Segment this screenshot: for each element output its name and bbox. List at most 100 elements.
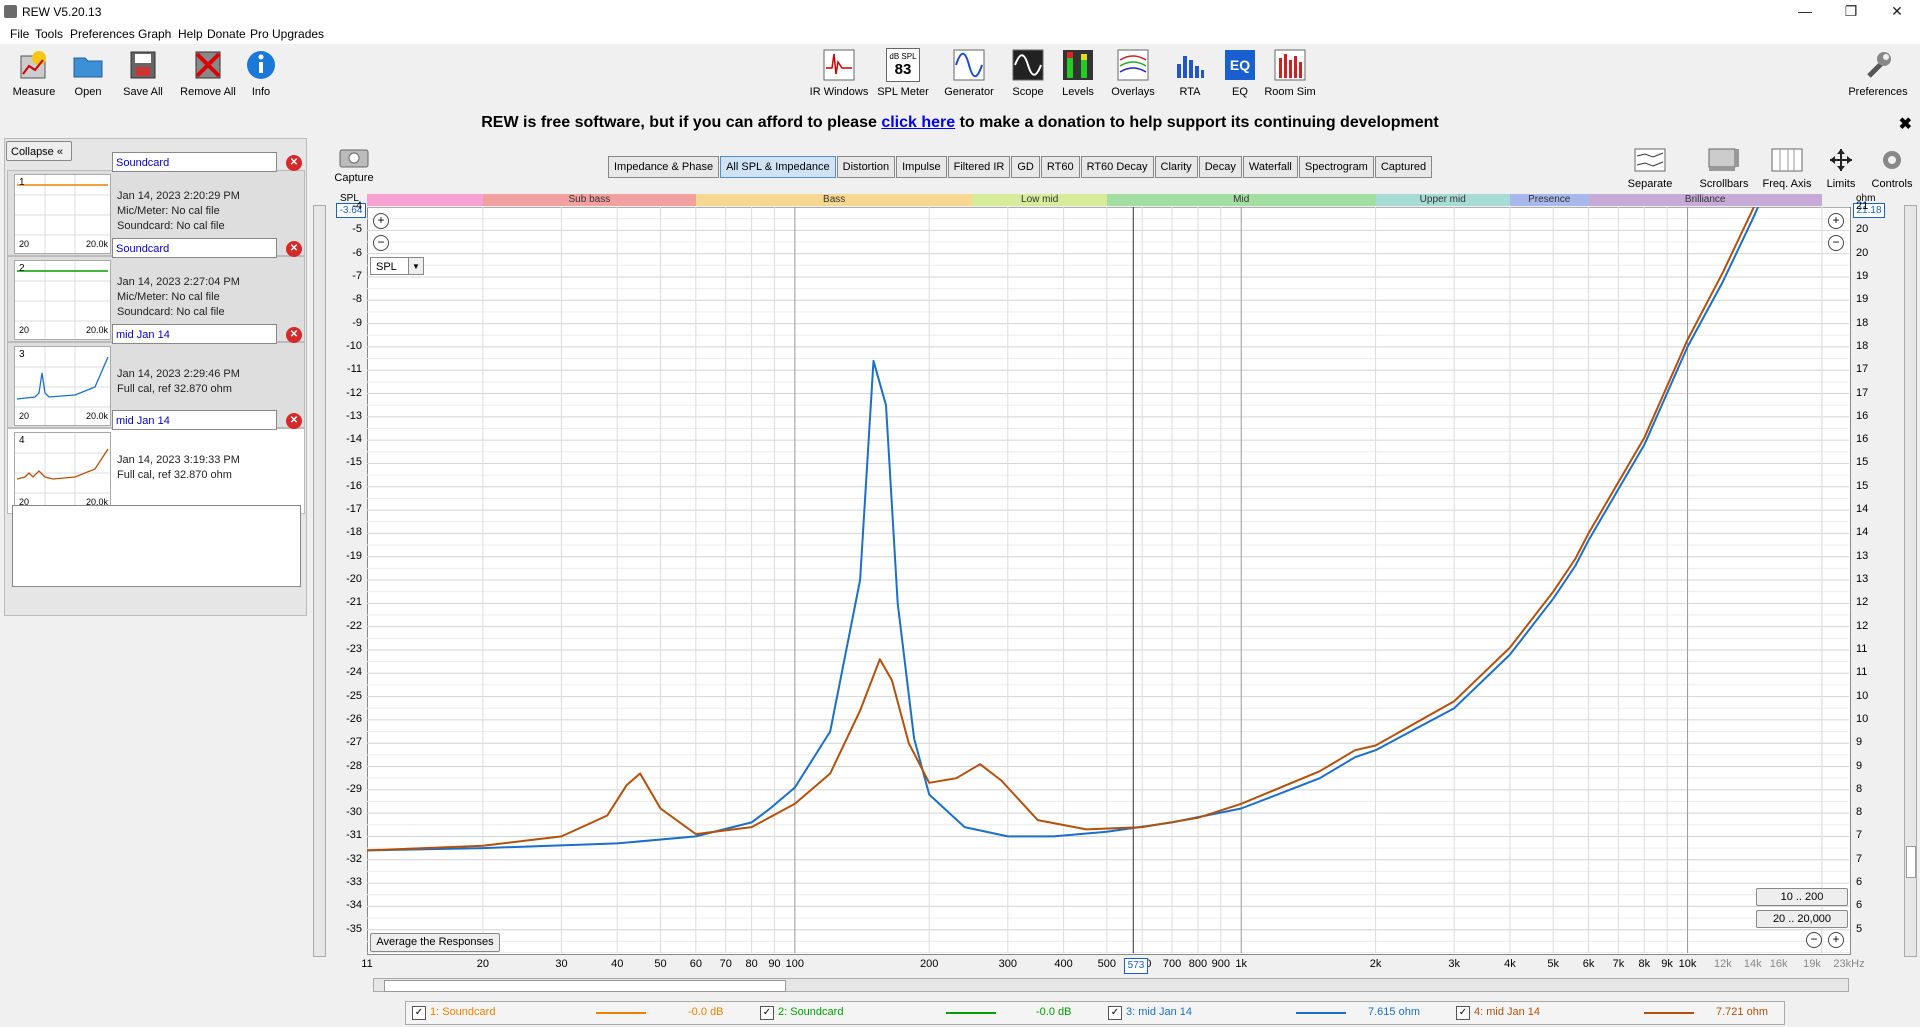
menu-donate[interactable]: Donate bbox=[207, 27, 246, 41]
y-left-tick-label: -6 bbox=[352, 246, 362, 259]
horizontal-scrollbar[interactable] bbox=[373, 978, 1849, 992]
zoom-out-x-icon[interactable]: − bbox=[1806, 932, 1822, 948]
tab-rt60-decay[interactable]: RT60 Decay bbox=[1080, 156, 1154, 178]
delete-icon[interactable]: ✕ bbox=[286, 327, 302, 343]
range-10-200-button[interactable]: 10 .. 200 bbox=[1756, 888, 1848, 906]
spl-meter-button[interactable]: dB SPL 83 SPL Meter bbox=[872, 48, 934, 98]
spl-select[interactable]: SPL ▼ bbox=[370, 257, 424, 275]
legend-checkbox-2[interactable]: ✓ bbox=[760, 1006, 774, 1020]
menu-preferences[interactable]: Preferences bbox=[70, 27, 135, 41]
freq-axis-button[interactable]: Freq. Axis bbox=[1759, 146, 1815, 190]
levels-button[interactable]: Levels bbox=[1048, 48, 1108, 98]
legend-label: 2: Soundcard bbox=[778, 1006, 844, 1018]
separate-button[interactable]: Separate bbox=[1622, 146, 1678, 190]
y-right-tick-label: 20 bbox=[1856, 223, 1869, 236]
zoom-in-right-icon[interactable]: + bbox=[1828, 213, 1844, 229]
y-right-tick-label: 7 bbox=[1856, 852, 1863, 865]
save-all-button[interactable]: Save All bbox=[113, 48, 173, 98]
band-6: Upper mid bbox=[1375, 194, 1510, 206]
camera-icon bbox=[339, 146, 369, 168]
tab-captured[interactable]: Captured bbox=[1374, 156, 1433, 178]
legend-value: -0.0 dB bbox=[688, 1006, 724, 1018]
maximize-button[interactable]: ❐ bbox=[1828, 0, 1874, 24]
limits-button[interactable]: Limits bbox=[1815, 146, 1867, 190]
tab-filtered-ir[interactable]: Filtered IR bbox=[947, 156, 1011, 178]
notes-area[interactable] bbox=[12, 505, 301, 587]
tab-rt60[interactable]: RT60 bbox=[1040, 156, 1080, 178]
tab-gd[interactable]: GD bbox=[1011, 156, 1040, 178]
right-scrollbar[interactable] bbox=[1904, 205, 1917, 957]
tab-impedance-phase[interactable]: Impedance & Phase bbox=[608, 156, 720, 178]
y-left-tick-label: -9 bbox=[352, 316, 362, 329]
zoom-in-x-icon[interactable]: + bbox=[1828, 932, 1844, 948]
measurement-name-field[interactable]: mid Jan 14 bbox=[112, 324, 277, 344]
legend-value: 7.615 ohm bbox=[1368, 1006, 1420, 1018]
legend-checkbox-3[interactable]: ✓ bbox=[1108, 1006, 1122, 1020]
preferences-button[interactable]: Preferences bbox=[1844, 48, 1912, 98]
scrollbars-button[interactable]: Scrollbars bbox=[1696, 146, 1752, 190]
series-line-4 bbox=[367, 207, 1755, 852]
menu-pro-upgrades[interactable]: Pro Upgrades bbox=[250, 27, 324, 41]
tab-waterfall[interactable]: Waterfall bbox=[1242, 156, 1298, 178]
x-tick-label: 5k bbox=[1547, 958, 1559, 970]
legend-checkbox-1[interactable]: ✓ bbox=[412, 1006, 426, 1020]
zoom-out-right-icon[interactable]: − bbox=[1828, 235, 1844, 251]
y-left-tick-label: -8 bbox=[352, 293, 362, 306]
x-tick-label: 400 bbox=[1054, 958, 1073, 970]
tab-impulse[interactable]: Impulse bbox=[896, 156, 947, 178]
minimize-button[interactable]: — bbox=[1782, 0, 1828, 24]
y-left-tick-label: -26 bbox=[346, 712, 362, 725]
donate-link[interactable]: click here bbox=[881, 114, 955, 131]
y-right-tick-label: 17 bbox=[1856, 363, 1869, 376]
levels-icon bbox=[1061, 48, 1095, 82]
measurement-name-field[interactable]: Soundcard bbox=[112, 152, 277, 172]
measurement-name-field[interactable]: mid Jan 14 bbox=[112, 410, 277, 430]
dropdown-arrow-icon: ▼ bbox=[408, 258, 423, 274]
left-scrollbar[interactable] bbox=[313, 205, 326, 957]
legend-bar: ✓ 1: Soundcard -0.0 dB ✓ 2: Soundcard -0… bbox=[405, 1001, 1785, 1025]
zoom-in-icon[interactable]: + bbox=[373, 213, 389, 229]
y-right-tick-label: 13 bbox=[1856, 549, 1869, 562]
menu-graph[interactable]: Graph bbox=[138, 27, 171, 41]
ir-windows-button[interactable]: IR Windows bbox=[808, 48, 870, 98]
tab-spectrogram[interactable]: Spectrogram bbox=[1298, 156, 1374, 178]
y-right-tick-label: 10 bbox=[1856, 712, 1869, 725]
measurement-name-field[interactable]: Soundcard bbox=[112, 238, 277, 258]
right-scroll-thumb[interactable] bbox=[1906, 846, 1916, 878]
legend-checkbox-4[interactable]: ✓ bbox=[1456, 1006, 1470, 1020]
tab-distortion[interactable]: Distortion bbox=[836, 156, 896, 178]
measurement-item-4[interactable]: 4 20 20.0k mid Jan 14 ✕ Jan 14, 2023 3:1… bbox=[7, 410, 305, 514]
tab-all-spl-impedance[interactable]: All SPL & Impedance bbox=[720, 156, 836, 178]
remove-all-button[interactable]: Remove All bbox=[178, 48, 238, 98]
delete-icon[interactable]: ✕ bbox=[286, 413, 302, 429]
band-2: Sub bass bbox=[482, 194, 696, 206]
range-20-20000-button[interactable]: 20 .. 20,000 bbox=[1756, 910, 1848, 928]
info-button[interactable]: Info bbox=[231, 48, 291, 98]
menu-file[interactable]: File bbox=[10, 27, 29, 41]
open-button[interactable]: Open bbox=[58, 48, 118, 98]
zoom-out-icon[interactable]: − bbox=[373, 235, 389, 251]
horizontal-scroll-thumb[interactable] bbox=[384, 980, 786, 992]
overlays-button[interactable]: Overlays bbox=[1103, 48, 1163, 98]
collapse-button[interactable]: Collapse « bbox=[6, 141, 72, 161]
y-left-tick-label: -7 bbox=[352, 269, 362, 282]
tab-clarity[interactable]: Clarity bbox=[1154, 156, 1198, 178]
average-responses-button[interactable]: Average the Responses bbox=[370, 933, 500, 952]
x-tick-label: 100 bbox=[785, 958, 805, 970]
controls-button[interactable]: Controls bbox=[1866, 146, 1918, 190]
room-sim-button[interactable]: Room Sim bbox=[1260, 48, 1320, 98]
cursor-frequency[interactable]: 573 bbox=[1124, 958, 1148, 974]
delete-icon[interactable]: ✕ bbox=[286, 241, 302, 257]
y-right-tick-label: 9 bbox=[1856, 736, 1863, 749]
capture-button[interactable]: Capture bbox=[334, 146, 374, 184]
y-right-tick-label: 9 bbox=[1856, 759, 1863, 772]
donate-close-icon[interactable]: ✖ bbox=[1899, 114, 1912, 134]
close-button[interactable]: ✕ bbox=[1874, 0, 1920, 24]
delete-icon[interactable]: ✕ bbox=[286, 155, 302, 171]
generator-button[interactable]: Generator bbox=[939, 48, 999, 98]
menu-tools[interactable]: Tools bbox=[35, 27, 63, 41]
measurement-info: Jan 14, 2023 2:27:04 PM Mic/Meter: No cal… bbox=[117, 276, 240, 318]
menu-help[interactable]: Help bbox=[178, 27, 203, 41]
measure-button[interactable]: Measure bbox=[4, 48, 64, 98]
tab-decay[interactable]: Decay bbox=[1198, 156, 1242, 178]
